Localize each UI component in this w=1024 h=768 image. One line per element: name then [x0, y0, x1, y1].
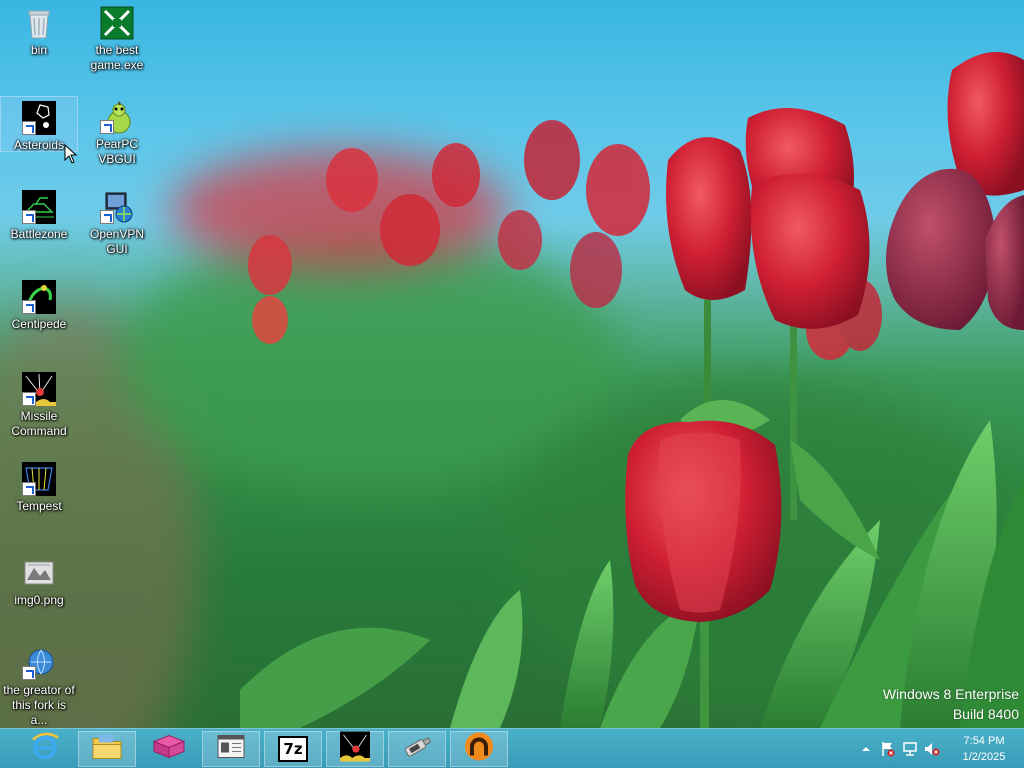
openvpn-icon — [100, 190, 134, 224]
shortcut-arrow-icon — [100, 210, 114, 224]
recycle-bin-icon — [22, 6, 56, 40]
clock-time: 7:54 PM — [963, 735, 1005, 747]
desktop-icon-tempest[interactable]: Tempest — [0, 458, 78, 514]
taskbar-usb-tool[interactable] — [388, 731, 446, 767]
watermark-edition: Windows 8 Enterprise — [882, 686, 1019, 702]
internet-explorer-icon — [30, 732, 60, 767]
shortcut-arrow-icon — [100, 120, 114, 134]
taskbar-missile-command[interactable] — [326, 731, 384, 767]
window-app-icon — [217, 735, 245, 764]
network-icon[interactable] — [902, 741, 918, 757]
internet-shortcut-icon — [22, 646, 56, 680]
orange-arc-icon — [464, 732, 494, 767]
desktop-icon-label: Centipede — [11, 317, 67, 331]
action-center-flag-icon[interactable] — [880, 741, 896, 757]
taskbar-clock[interactable]: 7:54 PM 1/2/2025 — [952, 733, 1016, 765]
shortcut-arrow-icon — [22, 210, 36, 224]
game-exe-icon — [100, 6, 134, 40]
windows-watermark: Windows 8 Enterprise Build 8400 — [883, 684, 1019, 724]
tempest-icon — [22, 462, 56, 496]
desktop-icon-label: OpenVPN GUI — [89, 227, 145, 256]
desktop-icon-pearpc-vbgui[interactable]: PearPC VBGUI — [78, 96, 156, 167]
watermark-build: Build 8400 — [952, 706, 1019, 722]
desktop-icon-openvpn-gui[interactable]: OpenVPN GUI — [78, 186, 156, 257]
desktop-icon-label: Tempest — [16, 499, 62, 513]
shortcut-arrow-icon — [22, 666, 36, 680]
volume-muted-icon[interactable] — [924, 741, 940, 757]
centipede-icon — [22, 280, 56, 314]
taskbar-7zip[interactable]: 7z — [264, 731, 322, 767]
shortcut-arrow-icon — [22, 300, 36, 314]
image-file-icon — [22, 556, 56, 590]
desktop-icon-missile-command[interactable]: Missile Command — [0, 368, 78, 439]
shortcut-arrow-icon — [22, 121, 36, 135]
show-hidden-icons-chevron-up-icon[interactable] — [858, 741, 874, 757]
pearpc-icon — [100, 100, 134, 134]
mouse-cursor-icon — [64, 143, 78, 169]
desktop-icon-label: img0.png — [14, 593, 64, 607]
battlezone-icon — [22, 190, 56, 224]
desktop-icon-battlezone[interactable]: Battlezone — [0, 186, 78, 242]
taskbar-file-explorer[interactable] — [78, 731, 136, 767]
taskbar-window-app[interactable] — [202, 731, 260, 767]
taskbar-internet-explorer[interactable] — [16, 731, 74, 767]
pink-box-icon — [152, 734, 186, 765]
clock-date: 1/2/2025 — [962, 751, 1006, 763]
desktop-icon-label: PearPC VBGUI — [95, 137, 139, 166]
usb-drive-icon — [401, 735, 433, 764]
desktop-icon-bin[interactable]: bin — [0, 2, 78, 58]
shortcut-arrow-icon — [22, 392, 36, 406]
system-tray: 7:54 PM 1/2/2025 — [844, 729, 1024, 768]
missile-command-icon — [340, 731, 370, 767]
7zip-icon: 7z — [278, 736, 308, 762]
taskbar: 7z 7:54 PM 1/2/2025 — [0, 728, 1024, 768]
desktop-icon-label: the greator of this fork is a... — [3, 683, 75, 727]
desktop-icon-label: Missile Command — [11, 409, 67, 438]
missile-command-icon — [22, 372, 56, 406]
file-explorer-icon — [91, 733, 123, 766]
desktop-icon-centipede[interactable]: Centipede — [0, 276, 78, 332]
taskbar-pink-app[interactable] — [140, 731, 198, 767]
desktop-icon-img0[interactable]: img0.png — [0, 552, 78, 608]
desktop-icon-the-best-game[interactable]: the best game.exe — [78, 2, 156, 73]
desktop-icon-label: Battlezone — [10, 227, 68, 241]
desktop-icon-internet-shortcut[interactable]: the greator of this fork is a... — [0, 642, 78, 728]
asteroids-icon — [22, 101, 56, 135]
desktop-icon-label: the best game.exe — [90, 43, 144, 72]
shortcut-arrow-icon — [22, 482, 36, 496]
desktop-icon-label: bin — [30, 43, 47, 57]
taskbar-orange-app[interactable] — [450, 731, 508, 767]
